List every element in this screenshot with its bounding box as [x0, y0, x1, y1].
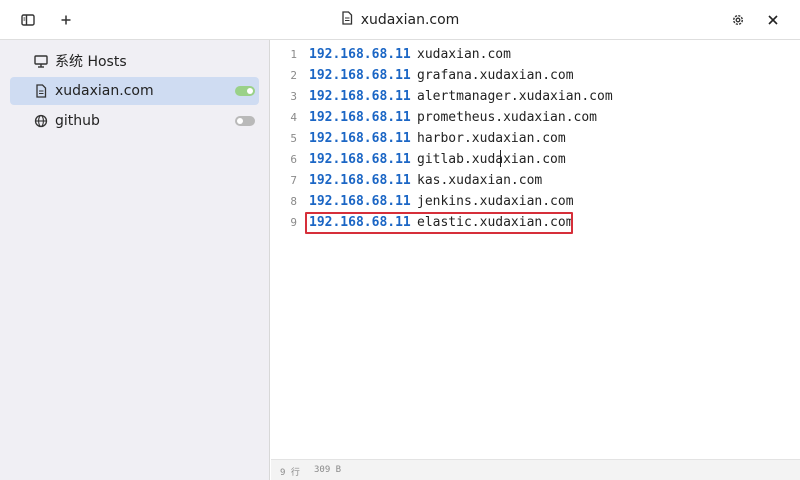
sidebar-item-xudaxian[interactable]: xudaxian.com — [10, 77, 259, 105]
line-number: 6 — [290, 153, 297, 166]
editor-line: 5 192.168.68.11 harbor.xudaxian.com — [271, 128, 800, 149]
hostname: prometheus.xudaxian.com — [417, 110, 598, 125]
enable-toggle-on[interactable] — [235, 86, 255, 96]
editor-line: 4 192.168.68.11 prometheus.xudaxian.com — [271, 107, 800, 128]
add-hosts-button[interactable] — [54, 8, 78, 32]
highlight-annotation-box — [305, 212, 573, 234]
ip-address: 192.168.68.11 — [309, 131, 411, 146]
file-icon — [34, 84, 48, 98]
hostname: alertmanager.xudaxian.com — [417, 89, 613, 104]
line-number: 9 — [290, 216, 297, 229]
window-title-text: xudaxian.com — [360, 12, 460, 28]
ip-address: 192.168.68.11 — [309, 110, 411, 125]
editor-line: 8 192.168.68.11 jenkins.xudaxian.com — [271, 191, 800, 212]
monitor-icon — [34, 54, 48, 68]
line-number: 2 — [290, 69, 297, 82]
sidebar-item-label: 系统 Hosts — [55, 54, 127, 70]
editor-line: 1 192.168.68.11 xudaxian.com — [271, 44, 800, 65]
ip-address: 192.168.68.11 — [309, 89, 411, 104]
ip-address: 192.168.68.11 — [309, 194, 411, 209]
hostname: xudaxian.com — [417, 47, 511, 62]
sidebar-panel-icon — [21, 13, 35, 27]
close-icon — [767, 14, 779, 26]
close-window-button[interactable] — [761, 8, 785, 32]
text-cursor — [500, 150, 501, 167]
status-bar: 9 行 309 B — [271, 459, 800, 480]
line-number: 4 — [290, 111, 297, 124]
editor-line: 3 192.168.68.11 alertmanager.xudaxian.co… — [271, 86, 800, 107]
sidebar-item-label: github — [55, 113, 100, 129]
hostname: gitlab.xudaxian.com — [417, 152, 566, 167]
file-icon — [341, 10, 353, 30]
enable-toggle-off[interactable] — [235, 116, 255, 126]
hostname: kas.xudaxian.com — [417, 173, 543, 188]
line-count: 9 行 — [280, 468, 300, 478]
sidebar: 系统 Hosts xudaxian.com github — [0, 40, 270, 480]
toggle-sidebar-button[interactable] — [16, 8, 40, 32]
settings-button[interactable] — [726, 8, 750, 32]
editor-line: 2 192.168.68.11 grafana.xudaxian.com — [271, 65, 800, 86]
globe-icon — [34, 114, 48, 128]
hosts-editor[interactable]: 1 192.168.68.11 xudaxian.com 2 192.168.6… — [271, 40, 800, 459]
line-number: 5 — [290, 132, 297, 145]
gear-icon — [731, 13, 745, 27]
hostname: grafana.xudaxian.com — [417, 68, 574, 83]
window-title: xudaxian.com — [0, 0, 800, 40]
hostname: harbor.xudaxian.com — [417, 131, 566, 146]
hostname: jenkins.xudaxian.com — [417, 194, 574, 209]
ip-address: 192.168.68.11 — [309, 173, 411, 188]
sidebar-item-label: xudaxian.com — [55, 83, 154, 99]
plus-icon — [60, 14, 72, 26]
editor-line: 6 192.168.68.11 gitlab.xudaxian.com — [271, 149, 800, 170]
line-number: 1 — [290, 48, 297, 61]
line-number: 8 — [290, 195, 297, 208]
ip-address: 192.168.68.11 — [309, 152, 411, 167]
sidebar-item-github[interactable]: github — [10, 107, 259, 135]
title-bar: xudaxian.com — [0, 0, 800, 40]
line-number: 3 — [290, 90, 297, 103]
sidebar-item-system-hosts[interactable]: 系统 Hosts — [10, 47, 259, 75]
editor-line: 7 192.168.68.11 kas.xudaxian.com — [271, 170, 800, 191]
ip-address: 192.168.68.11 — [309, 68, 411, 83]
ip-address: 192.168.68.11 — [309, 47, 411, 62]
line-number: 7 — [290, 174, 297, 187]
file-size: 309 B — [314, 465, 342, 475]
